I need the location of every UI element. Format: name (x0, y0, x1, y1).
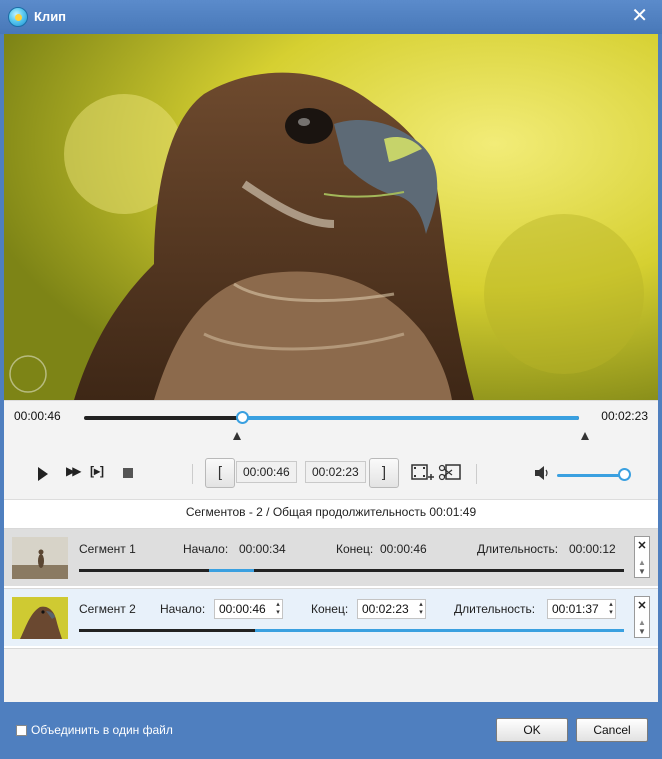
timeline-playhead[interactable] (236, 411, 249, 424)
volume-slider-knob[interactable] (618, 468, 631, 481)
film-plus-icon[interactable] (410, 462, 434, 484)
segment-name: Сегмент 2 (79, 602, 136, 616)
segment-range-fill (209, 569, 254, 572)
end-marker[interactable] (581, 432, 589, 440)
end-label: Конец: (311, 602, 349, 616)
segment-actions: ✕ ▲ ▼ (634, 536, 650, 578)
play-icon[interactable] (38, 467, 48, 481)
segment-actions: ✕ ▲ ▼ (634, 596, 650, 638)
hawk-image (4, 34, 658, 400)
start-time-field[interactable]: 00:00:46 (236, 461, 297, 483)
move-down-icon[interactable]: ▼ (638, 627, 646, 636)
segment-range-bar (79, 629, 624, 632)
cancel-button[interactable]: Cancel (576, 718, 648, 742)
segment-end-value: 00:00:46 (380, 542, 427, 556)
end-label: Конец: (336, 542, 374, 556)
merge-label[interactable]: Объединить в один файл (31, 723, 173, 737)
separator (192, 464, 193, 484)
segment-range-bar (79, 569, 624, 572)
duration-label: Длительность: (454, 602, 536, 616)
timeline-track[interactable] (84, 411, 579, 424)
segment-end-spinner[interactable]: 00:02:23 (357, 599, 426, 619)
start-label: Начало: (160, 602, 206, 616)
timeline-progress (242, 416, 579, 420)
dialog-footer: Объединить в один файл OK Cancel (0, 702, 662, 759)
fast-forward-icon[interactable]: ▶▶ (66, 464, 82, 478)
segment-start-value: 00:00:34 (239, 542, 286, 556)
volume-icon[interactable] (533, 465, 551, 484)
volume-track[interactable] (557, 474, 623, 477)
clip-dialog: Клип ✕ 00:00:46 00:02:23 ▶▶ [▸] [00:00:… (0, 0, 662, 759)
segment-row-2[interactable]: Сегмент 2 Начало: 00:00:46 Конец: 00:02:… (4, 588, 658, 646)
delete-segment-icon[interactable]: ✕ (635, 597, 649, 615)
stop-icon[interactable] (123, 468, 133, 478)
total-time: 00:02:23 (601, 409, 648, 423)
ok-button[interactable]: OK (496, 718, 568, 742)
duration-label: Длительность: (477, 542, 559, 556)
playback-controls: ▶▶ [▸] [ 00:00:46 00:02:23 ] (4, 446, 658, 500)
segment-duration-spinner[interactable]: 00:01:37 (547, 599, 616, 619)
segment-range-fill (255, 629, 624, 632)
app-icon (8, 7, 28, 27)
move-up-icon[interactable]: ▲ (638, 558, 646, 567)
move-down-icon[interactable]: ▼ (638, 567, 646, 576)
window-title: Клип (34, 9, 67, 24)
segment-start-spinner[interactable]: 00:00:46 (214, 599, 283, 619)
close-icon[interactable]: ✕ (631, 5, 648, 27)
end-time-field[interactable]: 00:02:23 (305, 461, 366, 483)
delete-segment-icon[interactable]: ✕ (635, 537, 649, 555)
dialog-content: 00:00:46 00:02:23 ▶▶ [▸] [ 00:00:46 00:0… (4, 34, 658, 702)
segment-name: Сегмент 1 (79, 542, 136, 556)
current-time: 00:00:46 (14, 409, 61, 423)
segment-thumbnail (12, 597, 68, 639)
separator (476, 464, 477, 484)
set-end-button[interactable]: ] (369, 458, 399, 488)
play-segment-button[interactable]: [▸] (90, 464, 104, 478)
video-preview[interactable] (4, 34, 658, 400)
segment-thumbnail (12, 537, 68, 579)
segments-summary: Сегментов - 2 / Общая продолжительность … (185, 505, 477, 519)
title-bar[interactable]: Клип ✕ (0, 0, 662, 34)
timeline: 00:00:46 00:02:23 (4, 400, 658, 446)
set-start-button[interactable]: [ (205, 458, 235, 488)
segment-row-1[interactable]: Сегмент 1 Начало: 00:00:34 Конец: 00:00:… (4, 528, 658, 586)
segment-list-empty-area (4, 648, 658, 702)
start-marker[interactable] (233, 432, 241, 440)
scissors-film-icon[interactable] (438, 462, 462, 484)
merge-checkbox[interactable] (16, 725, 27, 736)
start-label: Начало: (183, 542, 229, 556)
move-up-icon[interactable]: ▲ (638, 618, 646, 627)
segment-duration-value: 00:00:12 (569, 542, 616, 556)
